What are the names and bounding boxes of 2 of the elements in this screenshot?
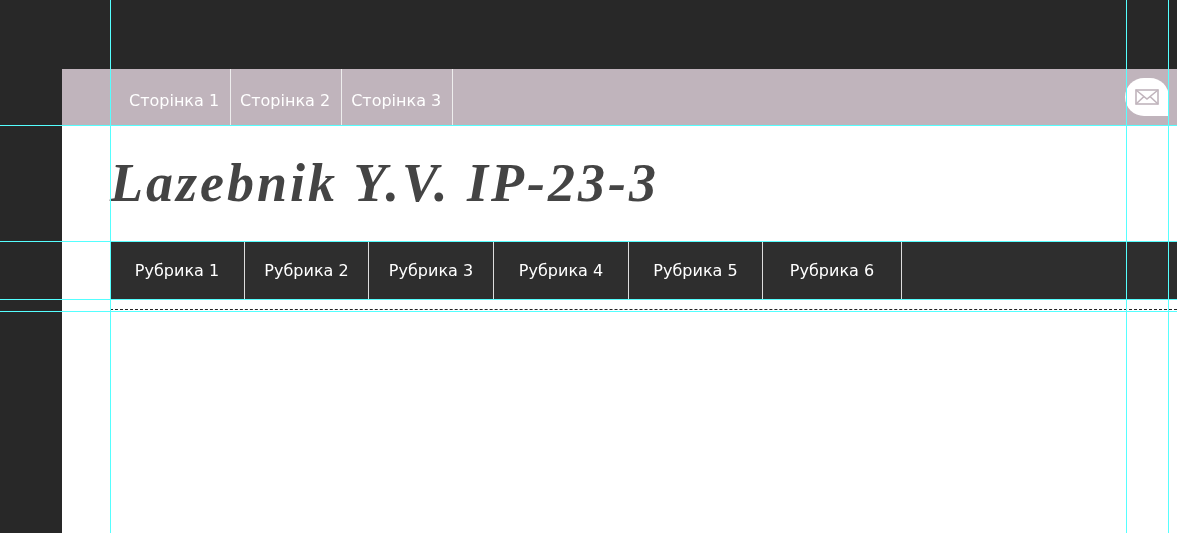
mail-button[interactable] xyxy=(1125,78,1169,116)
envelope-icon xyxy=(1135,89,1159,105)
